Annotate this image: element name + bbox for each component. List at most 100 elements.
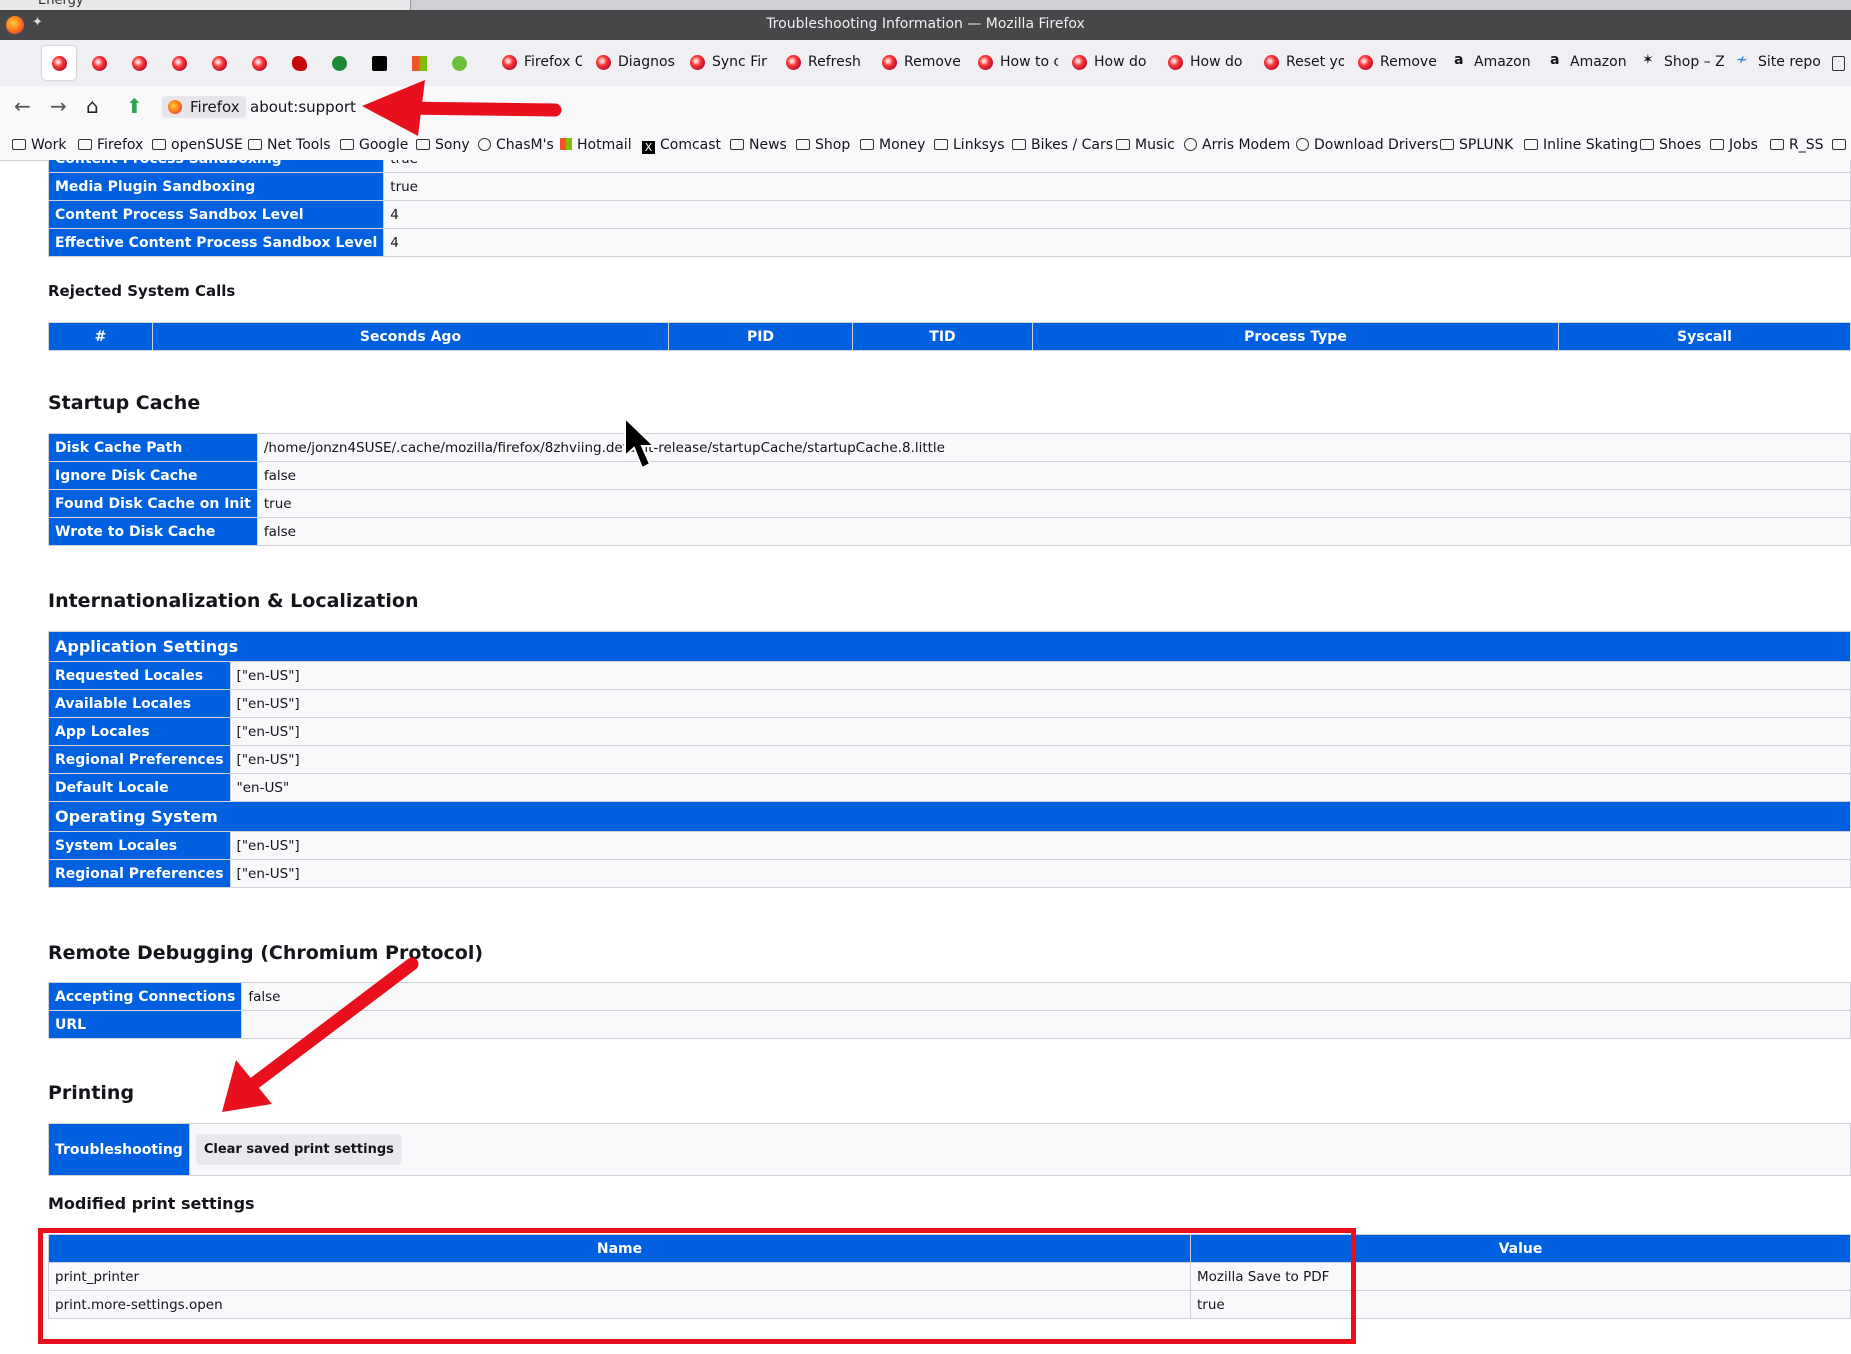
bookmark-link[interactable]: Hotmail [560, 137, 632, 153]
pinned-tab[interactable] [122, 46, 156, 80]
browser-chrome: Energy ✦ Troubleshooting Information — M… [0, 0, 1851, 161]
folder-icon [1440, 139, 1454, 150]
table-row: Regional Preferences ["en-US"] [48, 745, 1851, 774]
clear-print-settings-button[interactable]: Clear saved print settings [195, 1134, 402, 1165]
tab[interactable]: Remove [882, 46, 962, 80]
tab[interactable]: ≁ Site repo [1736, 46, 1820, 80]
bookmark-folder[interactable]: Linksys [934, 137, 1005, 153]
table-header-row: Name Value [48, 1234, 1851, 1263]
printing-table: Troubleshooting Clear saved print settin… [48, 1123, 1851, 1176]
url-input[interactable]: about:support [250, 98, 356, 116]
folder-icon [152, 139, 166, 150]
bookmark-folder[interactable]: Money [860, 137, 925, 153]
home-icon[interactable]: ⌂ [86, 94, 99, 118]
intl-value: ["en-US"] [229, 745, 1851, 774]
bookmark-folder[interactable]: R_SS [1770, 137, 1824, 153]
bookmark-link[interactable]: Arris Modem [1184, 137, 1290, 153]
back-arrow-icon[interactable]: ← [14, 94, 31, 118]
intl-key: Regional Preferences [48, 745, 231, 774]
operating-system-section: Operating System [48, 801, 1851, 832]
tab[interactable]: Refresh [786, 46, 866, 80]
folder-icon [730, 139, 744, 150]
title-bar: ✦ Troubleshooting Information — Mozilla … [0, 10, 1851, 40]
bookmark-link[interactable]: ChasM's [478, 137, 554, 153]
table-row: Content Process Sandboxingtrue [47, 160, 1851, 173]
extension-icon[interactable]: ⬆ [126, 94, 143, 118]
tab[interactable]: Diagnos [596, 46, 676, 80]
pinned-tab[interactable] [322, 46, 356, 80]
bookmark-folder[interactable]: Google [340, 137, 408, 153]
column-header: Seconds Ago [152, 322, 669, 351]
tab[interactable]: How to c [978, 46, 1058, 80]
column-header: Name [48, 1234, 1191, 1263]
microsoft-favicon-icon [412, 56, 427, 71]
forward-arrow-icon[interactable]: → [50, 94, 67, 118]
bookmark-folder[interactable]: SPLUNK [1440, 137, 1513, 153]
url-bar[interactable]: Firefox about:support [162, 90, 1842, 124]
bookmark-link[interactable]: Download Drivers [1296, 137, 1438, 153]
rejected-syscalls-heading: Rejected System Calls [48, 282, 236, 300]
bookmark-folder[interactable]: openSUSE [152, 137, 243, 153]
setting-value: true [1190, 1290, 1851, 1319]
tab-favicon-icon [596, 55, 611, 70]
startup-key: Found Disk Cache on Init [48, 489, 258, 518]
green-favicon-icon [452, 56, 467, 71]
pinned-tab[interactable] [282, 46, 316, 80]
table-row: URL [47, 1010, 1851, 1039]
sandbox-value: true [383, 172, 1851, 201]
tab[interactable]: Reset yo [1264, 46, 1344, 80]
bookmark-overflow[interactable] [1832, 137, 1851, 153]
intl-value: ["en-US"] [229, 859, 1851, 888]
tab[interactable]: Sync Fir [690, 46, 770, 80]
identity-box[interactable]: Firefox [162, 96, 246, 118]
tab-overflow-icon[interactable] [1832, 56, 1845, 71]
bookmark-folder[interactable]: Sony [416, 137, 470, 153]
background-window-tab[interactable]: Energy [0, 0, 411, 10]
bookmark-folder[interactable]: Music [1116, 137, 1175, 153]
tab[interactable]: a Amazon [1548, 46, 1630, 80]
tab[interactable]: ✶ Shop – Z [1642, 46, 1724, 80]
bookmark-link[interactable]: X Comcast [642, 137, 721, 154]
tab-favicon-icon [1358, 55, 1373, 70]
redhat-favicon-icon [292, 56, 307, 71]
intl-value: ["en-US"] [229, 717, 1851, 746]
about-support-page: Content Process Sandboxingtrue Media Plu… [0, 160, 1851, 1354]
tab[interactable]: Firefox C [502, 46, 582, 80]
table-row: Wrote to Disk Cache false [48, 517, 1851, 546]
remote-debugging-table: Accepting Connections false URL [47, 982, 1851, 1039]
tab-favicon-icon [1168, 55, 1183, 70]
startup-value: true [256, 489, 1851, 518]
table-header-row: # Seconds Ago PID TID Process Type Sysca… [48, 322, 1851, 351]
startup-value: /home/jonzn4SUSE/.cache/mozilla/firefox/… [256, 433, 1851, 462]
bookmark-folder[interactable]: Shoes [1640, 137, 1701, 153]
bookmark-folder[interactable]: News [730, 137, 787, 153]
bookmark-folder[interactable]: Jobs [1710, 137, 1758, 153]
pinned-tab[interactable] [242, 46, 276, 80]
folder-icon [1832, 139, 1846, 150]
bookmark-folder[interactable]: Bikes / Cars [1012, 137, 1113, 153]
tab[interactable]: How do [1072, 46, 1152, 80]
table-row: Found Disk Cache on Init true [48, 489, 1851, 518]
pinned-tab[interactable] [442, 46, 476, 80]
pinned-tab[interactable] [362, 46, 396, 80]
pinned-tab[interactable] [82, 46, 116, 80]
folder-icon [12, 139, 26, 150]
column-header: # [48, 322, 153, 351]
pinned-tab-active[interactable] [42, 46, 76, 80]
tab[interactable]: a Amazon [1452, 46, 1534, 80]
bookmark-folder[interactable]: Shop [796, 137, 850, 153]
pinned-tab[interactable] [202, 46, 236, 80]
tab[interactable]: How do [1168, 46, 1248, 80]
bookmark-folder[interactable]: Inline Skating [1524, 137, 1638, 153]
bookmark-folder[interactable]: Work [12, 137, 66, 153]
intl-key: System Locales [48, 831, 231, 860]
bookmark-folder[interactable]: Firefox [78, 137, 143, 153]
table-row: Content Process Sandbox Level 4 [47, 200, 1851, 229]
bookmark-folder[interactable]: Net Tools [248, 137, 331, 153]
table-row: Default Locale "en-US" [48, 773, 1851, 802]
pinned-tab[interactable] [402, 46, 436, 80]
intl-heading: Internationalization & Localization [48, 590, 419, 612]
tab[interactable]: Remove [1358, 46, 1438, 80]
pinned-tab[interactable] [162, 46, 196, 80]
tab-favicon-icon [786, 55, 801, 70]
